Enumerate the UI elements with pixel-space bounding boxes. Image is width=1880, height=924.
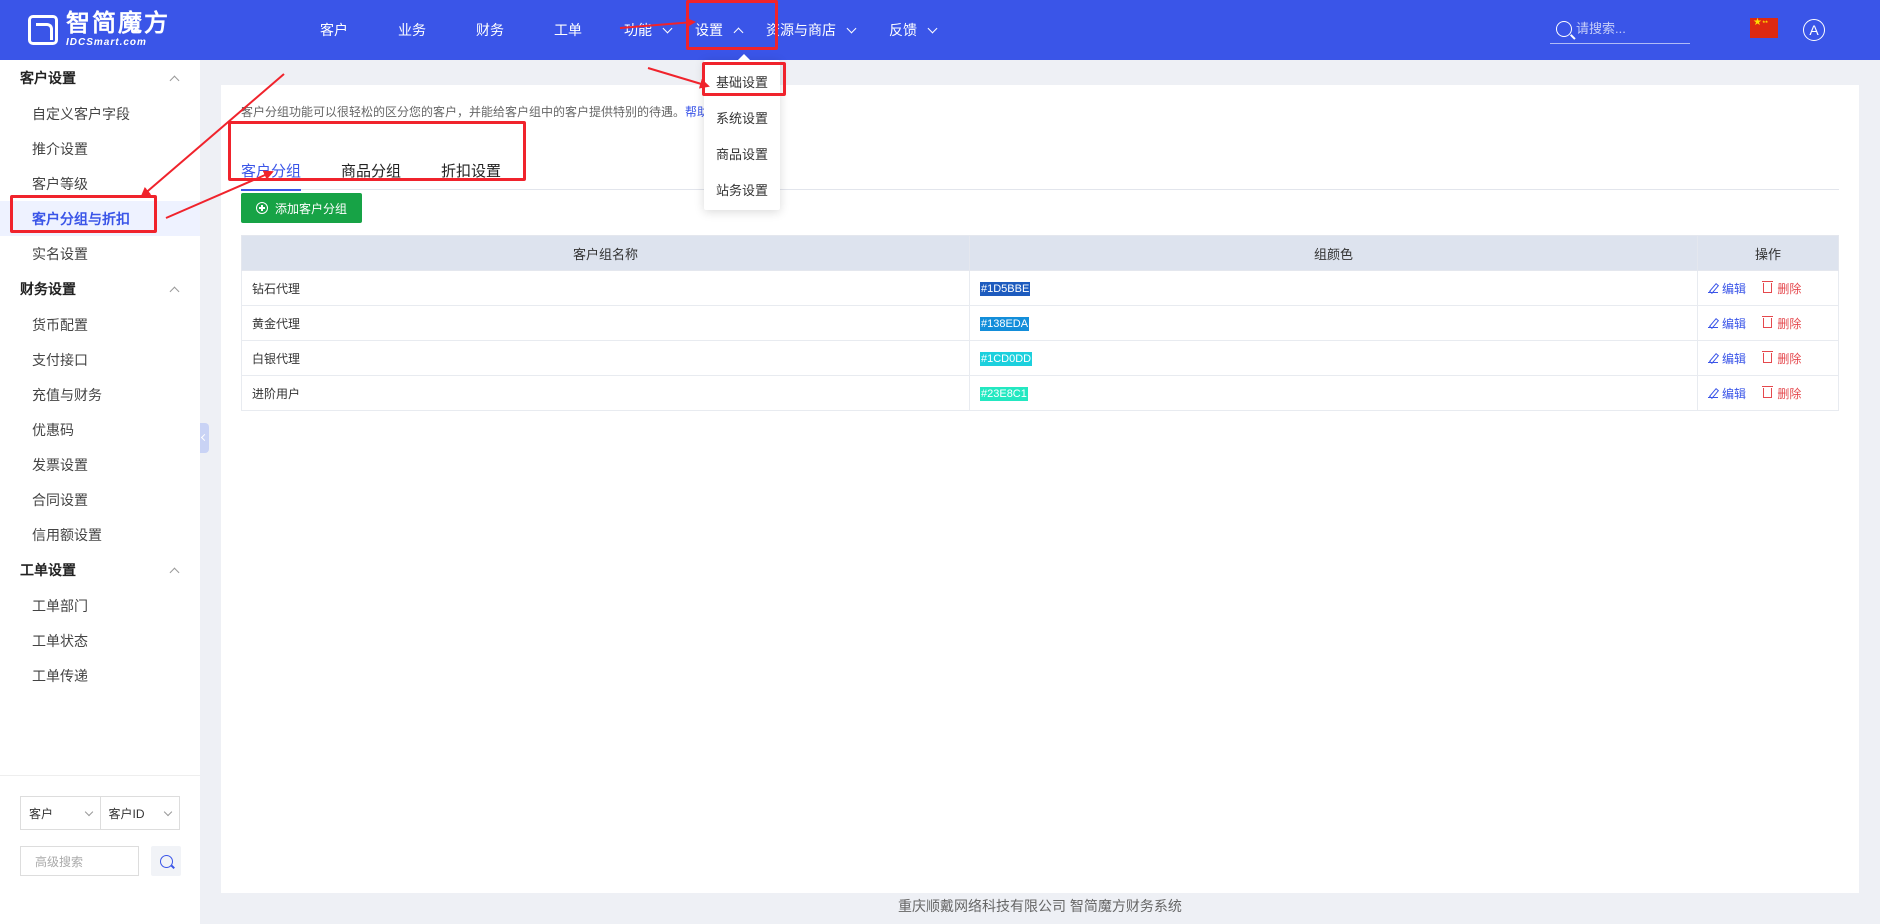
pencil-icon [1708,283,1718,293]
china-flag-icon[interactable] [1750,17,1778,38]
search-icon [1556,20,1572,37]
edit-button[interactable]: 编辑 [1708,350,1746,367]
brand-logo[interactable]: 智简魔方 IDCSmart.com [28,12,170,48]
delete-button[interactable]: 删除 [1762,280,1801,297]
sidebar-item-ticket-department[interactable]: 工单部门 [0,588,200,623]
group-color-badge: #1D5BBE [980,281,1031,296]
advanced-search-button[interactable] [151,846,181,876]
delete-button[interactable]: 删除 [1762,315,1801,332]
group-name-cell: 钻石代理 [241,270,970,306]
table-row: 进阶用户 #23E8C1 编辑 删除 [241,375,1839,411]
sidebar-item-currency[interactable]: 货币配置 [0,307,200,342]
nav-customers[interactable]: 客户 [320,0,370,60]
top-header: 智简魔方 IDCSmart.com 客户 业务 财务 工单 功能 设置 资源与商… [0,0,1880,60]
header-search[interactable] [1550,14,1690,44]
pencil-icon [1708,388,1718,398]
chevron-down-icon [846,23,857,33]
brand-name: 智简魔方 [66,10,170,37]
page-footer: 重庆顺戴网络科技有限公司 智简魔方财务系统 [898,898,1182,914]
nav-business[interactable]: 业务 [398,0,448,60]
edit-button[interactable]: 编辑 [1708,280,1746,297]
trash-icon [1762,316,1774,328]
annotation-box-sidebar-item [10,195,157,233]
chevron-up-icon [169,75,180,85]
column-header-actions: 操作 [1697,235,1839,271]
sidebar-collapse-handle[interactable] [200,423,209,453]
sidebar-item-recharge-finance[interactable]: 充值与财务 [0,377,200,412]
pencil-icon [1708,318,1718,328]
trash-icon [1762,386,1774,398]
nav-feedback[interactable]: 反馈 [889,0,938,60]
sidebar-item-referral[interactable]: 推介设置 [0,131,200,166]
main-nav: 客户 业务 财务 工单 功能 设置 资源与商店 反馈 [310,0,938,60]
sidebar-item-custom-fields[interactable]: 自定义客户字段 [0,96,200,131]
chevron-down-icon [84,807,93,816]
logo-icon [28,15,58,45]
sidebar-search-panel: 客户 客户ID 高级搜索 [0,775,200,876]
sidebar-group-finance-settings[interactable]: 财务设置 [0,271,200,307]
edit-button[interactable]: 编辑 [1708,315,1746,332]
sidebar: 客户设置 自定义客户字段 推介设置 客户等级 客户分组与折扣 实名设置 财务设置… [0,60,200,924]
group-color-badge: #23E8C1 [980,386,1028,401]
annotation-box-settings-nav [686,0,778,50]
user-avatar[interactable]: A [1803,19,1825,41]
search-field-select[interactable]: 客户ID [99,797,180,829]
plus-circle-icon [256,202,268,214]
table-row: 白银代理 #1CD0DD 编辑 删除 [241,340,1839,376]
menu-item-system-settings[interactable]: 系统设置 [704,99,780,135]
sidebar-item-credit[interactable]: 信用额设置 [0,517,200,552]
main-content: 客户分组功能可以很轻松的区分您的客户，并能给客户组中的客户提供特别的待遇。帮助 … [221,85,1859,893]
search-type-select[interactable]: 客户 [21,797,100,829]
customer-groups-table: 客户组名称 组颜色 操作 钻石代理 #1D5BBE 编辑 删除 黄金代理 #13… [241,235,1839,411]
page-description: 客户分组功能可以很轻松的区分您的客户，并能给客户组中的客户提供特别的待遇。帮助 [241,105,710,119]
sidebar-item-ticket-status[interactable]: 工单状态 [0,623,200,658]
add-customer-group-button[interactable]: 添加客户分组 [241,193,363,223]
chevron-up-icon [169,286,180,296]
delete-button[interactable]: 删除 [1762,350,1801,367]
sidebar-group-ticket-settings[interactable]: 工单设置 [0,552,200,588]
nav-functions[interactable]: 功能 [624,0,673,60]
trash-icon [1762,281,1774,293]
sidebar-item-ticket-transfer[interactable]: 工单传递 [0,658,200,693]
nav-resources-store[interactable]: 资源与商店 [766,0,857,60]
group-name-cell: 黄金代理 [241,305,970,341]
annotation-arrow [647,67,710,89]
trash-icon [1762,351,1774,363]
group-color-badge: #138EDA [980,316,1030,331]
annotation-box-basic-settings [702,62,786,96]
column-header-name[interactable]: 客户组名称 [241,235,970,271]
table-row: 黄金代理 #138EDA 编辑 删除 [241,305,1839,341]
group-color-badge: #1CD0DD [980,351,1033,366]
sidebar-group-customer-settings[interactable]: 客户设置 [0,60,200,96]
chevron-down-icon [927,23,938,33]
chevron-down-icon [163,807,173,816]
nav-finance[interactable]: 财务 [476,0,526,60]
advanced-search-input[interactable]: 高级搜索 [20,846,139,876]
group-name-cell: 白银代理 [241,340,970,376]
search-icon [159,854,173,868]
pencil-icon [1708,353,1718,363]
brand-domain: IDCSmart.com [66,37,147,48]
edit-button[interactable]: 编辑 [1708,385,1746,402]
column-header-color[interactable]: 组颜色 [969,235,1698,271]
annotation-box-tabs [228,121,526,181]
sidebar-item-coupon[interactable]: 优惠码 [0,412,200,447]
nav-tickets[interactable]: 工单 [554,0,604,60]
header-search-input[interactable] [1576,21,1686,36]
sidebar-item-invoice[interactable]: 发票设置 [0,447,200,482]
delete-button[interactable]: 删除 [1762,385,1801,402]
sidebar-item-real-name[interactable]: 实名设置 [0,236,200,271]
search-filter: 客户 客户ID [20,796,180,830]
menu-item-product-settings[interactable]: 商品设置 [704,135,780,171]
group-name-cell: 进阶用户 [241,375,970,411]
table-row: 钻石代理 #1D5BBE 编辑 删除 [241,270,1839,306]
chevron-up-icon [169,567,180,577]
menu-item-site-settings[interactable]: 站务设置 [704,171,780,207]
sidebar-item-payment-gateway[interactable]: 支付接口 [0,342,200,377]
chevron-down-icon [662,23,673,33]
sidebar-item-contract[interactable]: 合同设置 [0,482,200,517]
